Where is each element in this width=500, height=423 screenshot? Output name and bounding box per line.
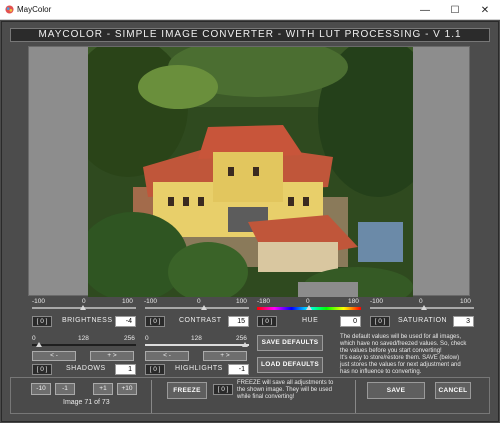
nav-minus1-button[interactable]: -1 (55, 383, 75, 395)
defaults-note-line: the values before you start converting! (340, 348, 442, 354)
saturation-value[interactable]: 3 (453, 316, 474, 327)
shadows-min: 0 (32, 335, 36, 342)
shadows-label: SHADOWS (66, 365, 106, 372)
hue-mid: 0 (306, 298, 310, 305)
close-icon: ✕ (480, 4, 490, 16)
highlights-mid: 128 (191, 335, 202, 342)
shadows-slider-handle[interactable] (36, 342, 42, 347)
shadows-slider-track[interactable] (32, 344, 136, 346)
save-button[interactable]: SAVE (367, 382, 425, 399)
hue-reset-button[interactable]: [ 0 ] (257, 316, 277, 327)
save-defaults-button[interactable]: SAVE DEFAULTS (257, 335, 323, 351)
hue-label: HUE (302, 317, 319, 324)
header-title: MAYCOLOR - SIMPLE IMAGE CONVERTER - WITH… (10, 28, 490, 42)
saturation-max: 100 (460, 298, 471, 305)
saturation-min: -100 (370, 298, 384, 305)
contrast-min: -100 (144, 298, 158, 305)
highlights-reset-button[interactable]: [ 0 ] (145, 364, 165, 375)
close-button[interactable]: ✕ (470, 0, 500, 20)
brightness-slider-handle[interactable] (80, 305, 86, 310)
shadows-reset-button[interactable]: [ 0 ] (32, 364, 52, 375)
nav-plus10-button[interactable]: +10 (117, 383, 137, 395)
footer-divider (151, 380, 152, 413)
freeze-note-line: FREEZE will save all adjustments to (237, 380, 334, 386)
app-title: MayColor (17, 5, 52, 14)
hue-min: -180 (257, 298, 271, 305)
hue-value[interactable]: 0 (340, 316, 361, 327)
freeze-note: FREEZE will save all adjustments to the … (237, 380, 357, 401)
nav-minus10-button[interactable]: -10 (31, 383, 51, 395)
contrast-value[interactable]: 15 (228, 316, 249, 327)
saturation-slider-handle[interactable] (421, 305, 427, 310)
defaults-note-line: It's easy to store/restore them. SAVE (b… (340, 355, 460, 361)
highlights-slider-handle[interactable] (242, 342, 248, 347)
brightness-reset-button[interactable]: [ 0 ] (32, 316, 52, 327)
freeze-note-line: while final converting! (237, 394, 295, 400)
cancel-button[interactable]: CANCEL (435, 382, 471, 399)
app-icon (5, 5, 14, 14)
shadows-decrease-button[interactable]: < - (32, 351, 76, 361)
brightness-label: BRIGHTNESS (62, 317, 113, 324)
contrast-label: CONTRAST (179, 317, 222, 324)
defaults-note-line: The default values will be used for all … (340, 334, 462, 340)
load-defaults-button[interactable]: LOAD DEFAULTS (257, 357, 323, 373)
shadows-value[interactable]: 1 (115, 364, 136, 375)
defaults-note: The default values will be used for all … (340, 334, 480, 376)
minimize-button[interactable]: — (410, 0, 440, 20)
footer-panel: -10 -1 +1 +10 Image 71 of 73 FREEZE [ 0 … (10, 377, 490, 414)
brightness-max: 100 (122, 298, 133, 305)
minimize-icon: — (420, 4, 430, 16)
highlights-label: HIGHLIGHTS (175, 365, 223, 372)
defaults-note-line: has no influence to converting. (340, 369, 422, 375)
highlights-decrease-button[interactable]: < - (145, 351, 189, 361)
brightness-mid: 0 (82, 298, 86, 305)
image-preview-panel (28, 46, 470, 297)
maximize-icon: ☐ (450, 4, 460, 16)
saturation-label: SATURATION (398, 317, 448, 324)
hue-max: 180 (348, 298, 359, 305)
freeze-reset-button[interactable]: [ 0 ] (213, 384, 233, 395)
shadows-max: 256 (124, 335, 135, 342)
nav-plus1-button[interactable]: +1 (93, 383, 113, 395)
highlights-min: 0 (145, 335, 149, 342)
highlights-slider-track[interactable] (145, 344, 249, 346)
defaults-note-line: just stores the values for next adjustme… (340, 362, 461, 368)
brightness-value[interactable]: -4 (115, 316, 136, 327)
highlights-max: 256 (236, 335, 247, 342)
contrast-reset-button[interactable]: [ 0 ] (145, 316, 165, 327)
saturation-reset-button[interactable]: [ 0 ] (370, 316, 390, 327)
preview-image (88, 47, 413, 297)
main-window: MAYCOLOR - SIMPLE IMAGE CONVERTER - WITH… (1, 21, 499, 422)
title-bar: MayColor — ☐ ✕ (0, 0, 500, 20)
contrast-slider-handle[interactable] (201, 305, 207, 310)
defaults-note-line: which have no saved/freezed values. So, … (340, 341, 467, 347)
footer-divider (355, 380, 356, 413)
contrast-max: 100 (236, 298, 247, 305)
shadows-increase-button[interactable]: + > (90, 351, 134, 361)
hue-slider-handle[interactable] (306, 305, 312, 310)
highlights-increase-button[interactable]: + > (203, 351, 247, 361)
image-counter: Image 71 of 73 (63, 399, 110, 406)
highlights-value[interactable]: -1 (228, 364, 249, 375)
maximize-button[interactable]: ☐ (440, 0, 470, 20)
shadows-mid: 128 (78, 335, 89, 342)
freeze-note-line: the shown image. They will be used (237, 387, 332, 393)
contrast-mid: 0 (197, 298, 201, 305)
freeze-button[interactable]: FREEZE (167, 382, 207, 399)
brightness-min: -100 (32, 298, 46, 305)
contrast-slider-track[interactable] (145, 307, 249, 309)
saturation-mid: 0 (419, 298, 423, 305)
